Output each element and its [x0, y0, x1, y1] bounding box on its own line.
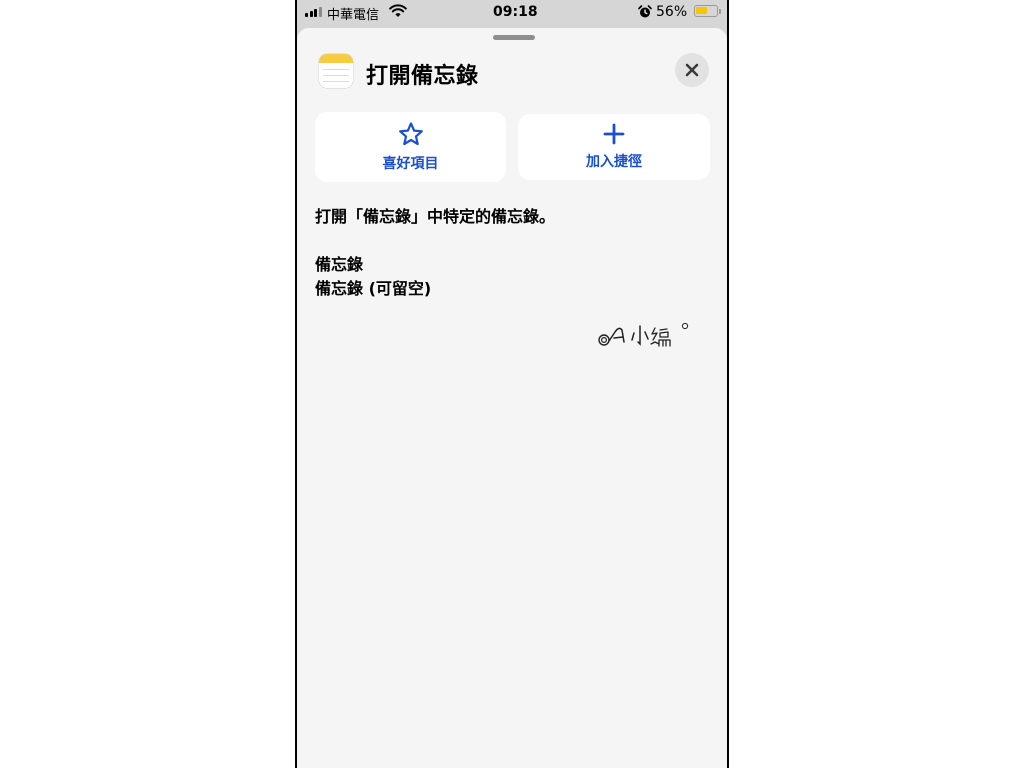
action-description: 打開「備忘錄」中特定的備忘錄。: [315, 207, 556, 226]
favorite-label: 喜好項目: [382, 156, 439, 172]
add-shortcut-button[interactable]: 加入捷徑: [518, 114, 710, 180]
carrier-name: 中華電信: [327, 8, 380, 23]
status-bar: 中華電信 09:18 56%: [297, 0, 727, 26]
action-detail-sheet: 打開備忘錄 喜好項目 加入捷徑 打開「備忘錄」中特定的備忘錄。 備忘錄 備忘錄 …: [297, 28, 727, 768]
signal-icon: [305, 7, 322, 17]
star-icon: [398, 122, 423, 146]
notes-app-icon: [319, 54, 353, 88]
phone-screen: 中華電信 09:18 56% 打開備忘錄 喜好項目 加入捷徑 打開「備忘錄」中特…: [295, 0, 729, 768]
status-time: 09:18: [493, 4, 538, 20]
battery-percent: 56%: [656, 4, 688, 20]
favorite-button[interactable]: 喜好項目: [315, 112, 506, 182]
alarm-icon: [638, 5, 652, 18]
parameter-name: 備忘錄: [315, 255, 364, 274]
battery-cap: [719, 9, 721, 14]
sheet-grabber[interactable]: [493, 35, 535, 40]
close-button[interactable]: [675, 53, 709, 87]
parameter-value: 備忘錄 (可留空): [315, 279, 432, 298]
plus-icon: [603, 123, 625, 145]
add-shortcut-label: 加入捷徑: [586, 154, 642, 170]
battery-level: [696, 7, 707, 14]
close-icon: [685, 63, 699, 77]
sheet-title: 打開備忘錄: [366, 64, 479, 89]
wifi-icon: [389, 4, 407, 17]
battery-icon: [694, 5, 718, 17]
watermark-logo: [598, 322, 689, 347]
